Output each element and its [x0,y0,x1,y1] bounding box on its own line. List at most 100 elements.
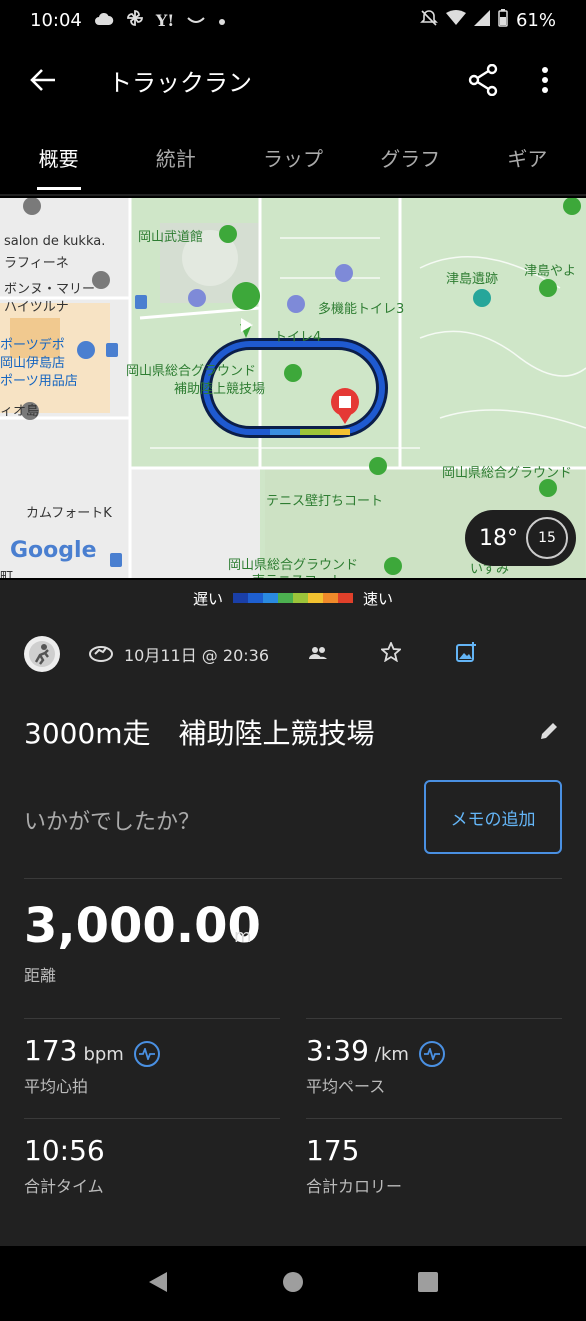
map-label-oshima: ィオ島 [0,404,40,419]
add-photo-icon[interactable] [455,641,477,667]
pace-chart-icon[interactable] [418,1041,445,1067]
arrow-left-icon [30,69,55,91]
stat-value: 175 [306,1134,360,1167]
map-label-haitsuruna: ハイツルナ [4,300,69,315]
activity-details: 10月11日 @ 20:36 3000m走 補助陸上競技場 いかがでしたか？ メ… [0,616,586,1246]
legend-color-swatch [338,593,353,603]
map-label-tsushima2: 津島やよ [524,264,577,279]
circle-home-icon [282,1271,303,1292]
tab-stats[interactable]: 統計 [117,120,234,194]
feedback-prompt: いかがでしたか？ [24,810,201,835]
map-label-machi: 町 [0,570,14,578]
back-button[interactable] [22,59,64,101]
battery-icon [498,8,508,32]
divider [24,1018,280,1019]
activity-type-icon [88,641,114,667]
map-label-depot2: 岡山伊島店 [0,356,66,371]
divider [306,1118,562,1119]
legend-color-swatch [323,593,338,603]
stat-label: 平均ペース [306,1077,386,1096]
pencil-icon [541,723,557,739]
map-label-tsushima: 津島遺跡 [446,272,499,287]
map-label-depot1: ポーツデポ [0,338,65,353]
square-recents-icon [418,1271,439,1292]
signal-icon [473,9,490,31]
people-icon[interactable] [309,645,328,664]
status-time: 10:04 [30,9,82,31]
track-run-icon [89,646,113,662]
legend-color-swatch [308,593,323,603]
google-logo: Google [10,538,97,563]
edit-title-button[interactable] [538,720,560,746]
add-memo-button[interactable]: メモの追加 [424,780,562,854]
activity-title: 3000m走 補助陸上競技場 [24,717,375,750]
pinwheel-icon [126,9,144,31]
legend-fast-label: 速い [363,589,394,608]
tab-overview[interactable]: 概要 [0,120,117,194]
map-label-tennis: テニス壁打ちコート [266,494,384,509]
stat-label: 合計タイム [24,1177,104,1196]
divider [24,1118,280,1119]
page-title: トラックラン [108,68,252,97]
stat-total-time: 10:56 合計タイム [24,1134,105,1197]
weather-temperature: 18° [479,525,518,551]
stat-avg-heart-rate: 173 bpm 平均心拍 [24,1034,160,1097]
stat-avg-pace: 3:39 /km 平均ペース [306,1034,445,1097]
nav-back-button[interactable] [147,1270,169,1298]
app-bar: トラックラン [0,40,586,120]
map-label-depot3: ポーツ用品店 [0,374,78,389]
more-menu-button[interactable] [528,63,562,97]
cloud-icon [94,11,114,30]
tab-bar: 概要 統計 ラップ グラフ ギア [0,120,586,196]
tab-laps[interactable]: ラップ [234,120,351,194]
distance-value: 3,000.00 [24,898,261,954]
divider [306,1018,562,1019]
nav-recents-button[interactable] [417,1271,439,1297]
tab-graph[interactable]: グラフ [352,120,469,194]
divider [24,878,562,879]
stat-unit: bpm [83,1044,124,1065]
nav-home-button[interactable] [282,1271,304,1297]
wifi-icon [445,9,466,31]
stat-total-calories: 175 合計カロリー [306,1134,402,1197]
wind-dial: 15 [526,517,568,559]
map-label-rafine: ラフィーネ [4,256,69,271]
pace-legend: 遅い 速い [0,580,586,616]
map-label-comfort: カムフォートK [26,506,112,521]
smile-icon [186,11,206,30]
share-button[interactable] [466,63,500,97]
legend-color-swatch [293,593,308,603]
stat-label: 平均心拍 [24,1077,89,1096]
weather-chip: 18° 15 [465,510,576,566]
activity-date: 10月11日 @ 20:36 [124,646,270,665]
triangle-back-icon [148,1271,167,1292]
battery-percent: 61% [515,9,556,31]
map-label-toilet3: 多機能トイレ3 [318,302,405,317]
heart-rate-icon[interactable] [133,1041,160,1067]
legend-color-swatch [248,593,263,603]
map-label-ground1: 岡山県総合グラウンド [126,364,257,379]
status-bar: 10:04 Y! 61% [0,0,586,40]
avatar[interactable] [24,636,60,672]
stat-value: 10:56 [24,1134,105,1167]
map-label-bonne: ボンヌ・マリー [4,282,96,297]
activity-map[interactable]: salon de kukka. ラフィーネ ボンヌ・マリー ハイツルナ 岡山武道… [0,198,586,578]
map-label-ground-right: 岡山県総合グラウンド [442,466,573,481]
stat-unit: /km [374,1044,409,1065]
map-label-ground2: 補助陸上競技場 [174,382,266,397]
tab-gear[interactable]: ギア [469,120,586,194]
runner-icon [29,641,55,667]
stat-label: 合計カロリー [306,1177,403,1196]
map-label-toilet4: トイレ4 [274,330,322,345]
wind-speed: 15 [538,530,556,546]
legend-color-swatch [278,593,293,603]
stat-value: 3:39 [306,1034,369,1067]
star-icon[interactable] [379,640,403,666]
map-label-salon: salon de kukka. [4,234,106,249]
distance-unit: m [234,926,252,947]
legend-color-swatch [263,593,278,603]
stat-value: 173 [24,1034,78,1067]
yahoo-icon: Y! [155,10,175,30]
map-label-tennis2-2: 南テニスコート [252,570,343,578]
dot-icon [218,11,226,30]
